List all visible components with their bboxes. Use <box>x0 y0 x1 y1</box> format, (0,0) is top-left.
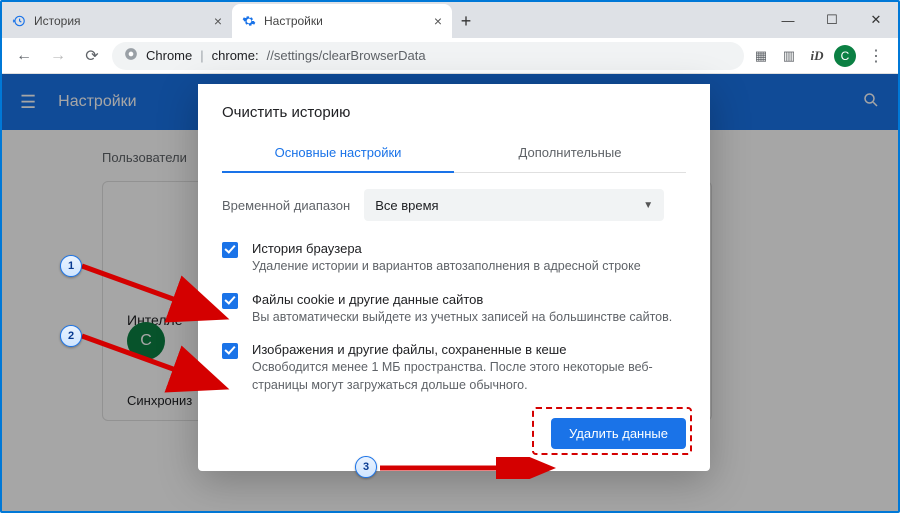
select-value: Все время <box>375 198 438 213</box>
clear-browsing-data-dialog: Очистить историю Основные настройки Допо… <box>198 84 710 471</box>
option-cookies[interactable]: Файлы cookie и другие данные сайтов Вы а… <box>222 280 686 331</box>
option-title: История браузера <box>252 241 641 256</box>
time-range-select[interactable]: Все время ▼ <box>364 189 664 221</box>
dialog-title: Очистить историю <box>222 84 686 135</box>
hamburger-icon[interactable]: ☰ <box>20 92 36 113</box>
avatar: C <box>127 322 165 360</box>
checkbox[interactable] <box>222 293 238 309</box>
new-tab-button[interactable]: + <box>452 2 480 38</box>
page-title: Настройки <box>58 93 136 111</box>
minimize-button[interactable]: ― <box>766 2 810 38</box>
close-icon[interactable]: × <box>214 13 222 29</box>
tab-label: История <box>34 14 81 28</box>
option-desc: Освободится менее 1 МБ пространства. Пос… <box>252 359 686 394</box>
address-bar[interactable]: Chrome | chrome://settings/clearBrowserD… <box>112 42 744 70</box>
omnibox-scheme: chrome: <box>212 48 259 63</box>
browser-tab-settings[interactable]: Настройки × <box>232 4 452 38</box>
checkbox[interactable] <box>222 343 238 359</box>
option-desc: Вы автоматически выйдете из учетных запи… <box>252 309 672 327</box>
history-icon <box>12 14 26 28</box>
tab-advanced[interactable]: Дополнительные <box>454 135 686 172</box>
forward-button[interactable]: → <box>44 42 72 70</box>
clear-data-button[interactable]: Удалить данные <box>551 418 686 449</box>
close-icon[interactable]: × <box>434 13 442 29</box>
close-window-button[interactable]: ✕ <box>854 2 898 38</box>
back-button[interactable]: ← <box>10 42 38 70</box>
extension-icon[interactable]: ▥ <box>778 45 800 67</box>
annotation-bubble-1: 1 <box>60 255 82 277</box>
chevron-down-icon: ▼ <box>643 200 653 211</box>
search-icon[interactable] <box>862 91 880 114</box>
checkbox[interactable] <box>222 242 238 258</box>
annotation-bubble-3: 3 <box>355 456 377 478</box>
option-desc: Удаление истории и вариантов автозаполне… <box>252 258 641 276</box>
option-browsing-history[interactable]: История браузера Удаление истории и вари… <box>222 229 686 280</box>
tab-label: Настройки <box>264 14 323 28</box>
option-title: Изображения и другие файлы, сохраненные … <box>252 342 686 357</box>
gear-icon <box>242 14 256 28</box>
omnibox-scheme-label: Chrome <box>146 48 192 63</box>
browser-tab-history[interactable]: История × <box>2 4 232 38</box>
tab-basic[interactable]: Основные настройки <box>222 135 454 172</box>
profile-avatar[interactable]: C <box>834 45 856 67</box>
extension-icon[interactable]: iD <box>806 45 828 67</box>
window-titlebar: История × Настройки × + ― ☐ ✕ <box>2 2 898 38</box>
menu-button[interactable]: ⋮ <box>862 42 890 70</box>
reload-button[interactable]: ⟳ <box>78 42 106 70</box>
sync-row-label: Синхрониз <box>127 393 192 408</box>
option-title: Файлы cookie и другие данные сайтов <box>252 292 672 307</box>
extension-icon[interactable]: ▦ <box>750 45 772 67</box>
browser-toolbar: ← → ⟳ Chrome | chrome://settings/clearBr… <box>2 38 898 74</box>
option-cached-images[interactable]: Изображения и другие файлы, сохраненные … <box>222 330 686 398</box>
maximize-button[interactable]: ☐ <box>810 2 854 38</box>
time-range-label: Временной диапазон <box>222 198 350 213</box>
chrome-icon <box>124 47 138 64</box>
annotation-bubble-2: 2 <box>60 325 82 347</box>
omnibox-path: //settings/clearBrowserData <box>267 48 426 63</box>
